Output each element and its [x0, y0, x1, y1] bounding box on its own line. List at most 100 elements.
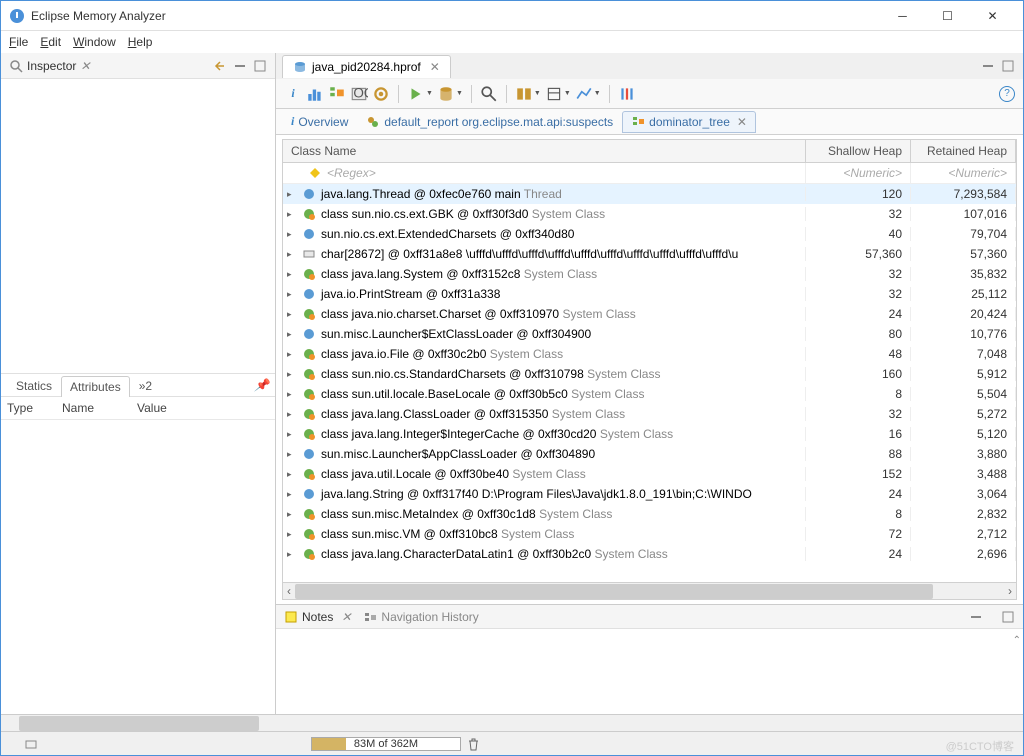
header-shallow-heap[interactable]: Shallow Heap [806, 140, 911, 162]
maximize-bottom-icon[interactable] [1001, 610, 1015, 624]
expand-icon[interactable]: ▸ [287, 209, 297, 220]
table-row[interactable]: ▸char[28672] @ 0xff31a8e8 \ufffd\ufffd\u… [283, 244, 1016, 264]
expand-icon[interactable]: ▸ [287, 409, 297, 420]
maximize-editor-icon[interactable] [1001, 59, 1015, 73]
status-icon [24, 737, 38, 751]
minimize-editor-icon[interactable] [981, 59, 995, 73]
table-row[interactable]: ▸sun.misc.Launcher$ExtClassLoader @ 0xff… [283, 324, 1016, 344]
oql-icon[interactable]: OQL [350, 85, 368, 103]
search-icon[interactable] [480, 85, 498, 103]
filter-row[interactable]: <Regex> <Numeric> <Numeric> [283, 163, 1016, 184]
editor-tab-close-icon[interactable]: ✕ [430, 60, 440, 74]
tab-statics[interactable]: Statics [7, 375, 61, 396]
table-row[interactable]: ▸java.lang.String @ 0xff317f40 D:\Progra… [283, 484, 1016, 504]
gc-icon[interactable] [467, 737, 480, 751]
inspector-close-icon[interactable]: ✕ [80, 59, 90, 73]
expand-icon[interactable]: ▸ [287, 269, 297, 280]
table-row[interactable]: ▸ class java.io.File @ 0xff30c2b0 System … [283, 344, 1016, 364]
tab-more[interactable]: »2 [130, 375, 161, 396]
table-row[interactable]: ▸class java.lang.CharacterDataLatin1 @ 0… [283, 544, 1016, 564]
expand-icon[interactable]: ▸ [287, 549, 297, 560]
expand-icon[interactable]: ▸ [287, 229, 297, 240]
horizontal-scrollbar[interactable]: ‹ › [283, 582, 1016, 599]
minimize-view-icon[interactable] [233, 59, 247, 73]
table-row[interactable]: ▸class java.lang.System @ 0xff3152c8 Sys… [283, 264, 1016, 284]
notes-body[interactable]: ⌃ [276, 629, 1023, 714]
table-row[interactable]: ▸class sun.nio.cs.StandardCharsets @ 0xf… [283, 364, 1016, 384]
notes-close-icon[interactable]: ✕ [341, 610, 351, 624]
subtab-default-report[interactable]: default_report org.eclipse.mat.api:suspe… [357, 111, 622, 133]
table-row[interactable]: ▸class java.nio.charset.Charset @ 0xff31… [283, 304, 1016, 324]
menu-help[interactable]: Help [128, 35, 153, 49]
help-icon[interactable]: ? [999, 86, 1015, 102]
dominator-icon [631, 115, 645, 129]
retained-heap-cell: 7,048 [911, 347, 1016, 361]
controls-icon[interactable] [618, 85, 636, 103]
retained-heap-cell: 5,272 [911, 407, 1016, 421]
database-dropdown[interactable]: ▼ [437, 85, 463, 103]
expand-icon[interactable]: ▸ [287, 309, 297, 320]
editor-tab[interactable]: java_pid20284.hprof ✕ [282, 55, 451, 78]
expand-icon[interactable]: ▸ [287, 189, 297, 200]
maximize-view-icon[interactable] [253, 59, 267, 73]
tab-notes[interactable]: Notes ✕ [284, 610, 351, 624]
expand-icon[interactable]: ▸ [287, 529, 297, 540]
expand-icon[interactable]: ▸ [287, 249, 297, 260]
nav-history-icon [363, 610, 377, 624]
retained-heap-cell: 79,704 [911, 227, 1016, 241]
menu-file[interactable]: File [9, 35, 28, 49]
table-row[interactable]: ▸class java.lang.Integer$IntegerCache @ … [283, 424, 1016, 444]
minimize-button[interactable]: ─ [880, 2, 925, 30]
expand-icon[interactable]: ▸ [287, 469, 297, 480]
expand-icon[interactable]: ▸ [287, 429, 297, 440]
table-row[interactable]: ▸ class sun.misc.MetaIndex @ 0xff30c1d8 S… [283, 504, 1016, 524]
histogram-icon[interactable] [306, 85, 324, 103]
table-row[interactable]: ▸class java.util.Locale @ 0xff30be40 Sys… [283, 464, 1016, 484]
run-query-dropdown[interactable]: ▼ [407, 85, 433, 103]
tab-attributes[interactable]: Attributes [61, 376, 130, 397]
chart-dropdown[interactable]: ▼ [575, 85, 601, 103]
menu-edit[interactable]: Edit [40, 35, 61, 49]
table-row[interactable]: ▸class sun.util.locale.BaseLocale @ 0xff… [283, 384, 1016, 404]
export-dropdown[interactable]: ▼ [545, 85, 571, 103]
gear-icon[interactable] [372, 85, 390, 103]
header-class-name[interactable]: Class Name [283, 140, 806, 162]
shallow-heap-cell: 80 [806, 327, 911, 341]
expand-icon[interactable]: ▸ [287, 369, 297, 380]
outer-horizontal-scrollbar[interactable] [1, 714, 1023, 731]
subtab-overview[interactable]: i Overview [282, 110, 357, 133]
subtab-dominator-tree[interactable]: dominator_tree ✕ [622, 111, 756, 133]
table-row[interactable]: ▸class java.lang.ClassLoader @ 0xff31535… [283, 404, 1016, 424]
heap-progress-bar[interactable]: 83M of 362M [311, 737, 461, 751]
titlebar: Eclipse Memory Analyzer ─ ☐ ✕ [1, 1, 1023, 31]
expand-icon[interactable]: ▸ [287, 349, 297, 360]
table-row[interactable]: ▸class sun.nio.cs.ext.GBK @ 0xff30f3d0 S… [283, 204, 1016, 224]
heap-label: 83M of 362M [354, 738, 418, 750]
info-icon[interactable]: i [284, 85, 302, 103]
menu-window[interactable]: Window [73, 35, 116, 49]
table-row[interactable]: ▸java.lang.Thread @ 0xfec0e760 main Thre… [283, 184, 1016, 204]
link-icon[interactable] [213, 59, 227, 73]
expand-icon[interactable]: ▸ [287, 389, 297, 400]
expand-icon[interactable]: ▸ [287, 509, 297, 520]
subtab-close-icon[interactable]: ✕ [737, 115, 747, 129]
table-row[interactable]: ▸sun.misc.Launcher$AppClassLoader @ 0xff… [283, 444, 1016, 464]
table-row[interactable]: ▸sun.nio.cs.ext.ExtendedCharsets @ 0xff3… [283, 224, 1016, 244]
expand-icon[interactable]: ▸ [287, 289, 297, 300]
header-retained-heap[interactable]: Retained Heap [911, 140, 1016, 162]
pin-icon[interactable]: 📌 [254, 378, 269, 392]
row-label: class java.io.File @ 0xff30c2b0 System C… [321, 347, 563, 361]
table-row[interactable]: ▸java.io.PrintStream @ 0xff31a3383225,11… [283, 284, 1016, 304]
table-row[interactable]: ▸class sun.misc.VM @ 0xff310bc8 System C… [283, 524, 1016, 544]
row-label: class sun.misc.MetaIndex @ 0xff30c1d8 Sy… [321, 507, 612, 521]
maximize-button[interactable]: ☐ [925, 2, 970, 30]
expand-icon[interactable]: ▸ [287, 449, 297, 460]
compare-dropdown[interactable]: ▼ [515, 85, 541, 103]
expand-icon[interactable]: ▸ [287, 329, 297, 340]
tab-navigation-history[interactable]: Navigation History [363, 610, 478, 624]
close-button[interactable]: ✕ [970, 2, 1015, 30]
tree-icon[interactable] [328, 85, 346, 103]
expand-icon[interactable]: ▸ [287, 489, 297, 500]
scroll-up-icon[interactable]: ⌃ [1013, 635, 1021, 646]
minimize-bottom-icon[interactable] [969, 610, 983, 624]
